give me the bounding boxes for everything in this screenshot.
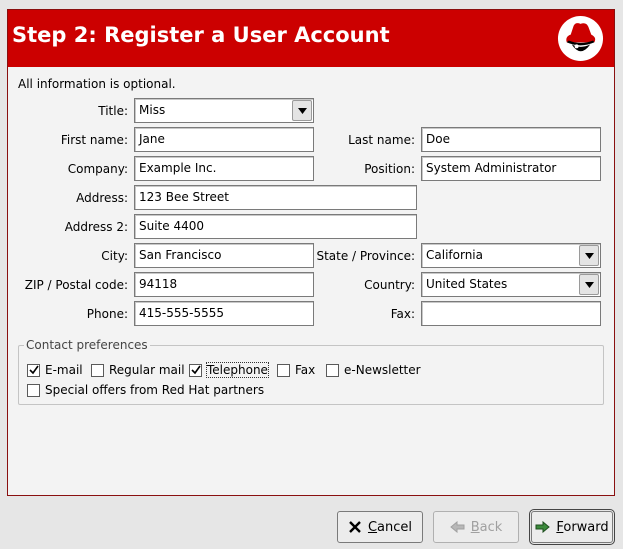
main-panel: Step 2: Register a User Account All info… <box>7 9 615 496</box>
arrow-right-icon <box>535 521 551 533</box>
position-label: Position: <box>364 162 415 176</box>
position-field[interactable]: System Administrator <box>421 156 601 181</box>
forward-button[interactable]: Forward <box>529 509 615 545</box>
city-label: City: <box>101 249 128 263</box>
checkbox-box[interactable] <box>277 363 290 377</box>
button-bar: Cancel Back Forward <box>0 500 623 549</box>
telephone-checkbox-label: Telephone <box>206 362 269 378</box>
first-name-field[interactable]: Jane <box>134 127 314 152</box>
state-label: State / Province: <box>316 249 415 263</box>
address2-field[interactable]: Suite 4400 <box>134 214 417 239</box>
telephone-checkbox[interactable]: Telephone <box>189 362 269 378</box>
title-label: Title: <box>98 104 128 118</box>
e-newsletter-checkbox-label: e-Newsletter <box>344 363 421 377</box>
intro-text: All information is optional. <box>18 77 176 91</box>
company-field[interactable]: Example Inc. <box>134 156 314 181</box>
page-title: Step 2: Register a User Account <box>12 23 390 47</box>
fax-checkbox-label: Fax <box>295 363 316 377</box>
arrow-left-icon <box>449 521 465 533</box>
back-button[interactable]: Back <box>433 511 519 543</box>
special-offers-checkbox-label: Special offers from Red Hat partners <box>45 383 265 397</box>
address-label: Address: <box>76 191 128 205</box>
zip-label: ZIP / Postal code: <box>24 278 128 292</box>
state-select[interactable]: California <box>421 243 601 268</box>
e-newsletter-checkbox[interactable]: e-Newsletter <box>326 362 421 378</box>
country-value: United States <box>426 277 508 291</box>
address2-label: Address 2: <box>64 220 128 234</box>
checkbox-box[interactable] <box>27 363 40 377</box>
country-select[interactable]: United States <box>421 272 601 297</box>
form-area: All information is optional. Title: Miss… <box>8 67 614 495</box>
cancel-button-label: Cancel <box>367 519 413 535</box>
title-value: Miss <box>139 103 166 117</box>
email-checkbox-label: E-mail <box>45 363 83 377</box>
red-hat-logo-icon <box>557 15 604 62</box>
title-select[interactable]: Miss <box>134 98 314 123</box>
email-checkbox[interactable]: E-mail <box>27 362 83 378</box>
checkbox-box[interactable] <box>326 363 339 377</box>
chevron-down-icon[interactable] <box>579 245 599 266</box>
state-value: California <box>426 248 483 262</box>
checkbox-box[interactable] <box>91 363 104 377</box>
regular-mail-checkbox[interactable]: Regular mail <box>91 362 185 378</box>
last-name-label: Last name: <box>348 133 415 147</box>
fax-field[interactable] <box>421 301 601 326</box>
contact-preferences-legend: Contact preferences <box>24 338 150 352</box>
header-banner: Step 2: Register a User Account <box>8 10 614 67</box>
city-field[interactable]: San Francisco <box>134 243 314 268</box>
back-button-label: Back <box>470 519 503 535</box>
chevron-down-icon[interactable] <box>579 274 599 295</box>
address-field[interactable]: 123 Bee Street <box>134 185 417 210</box>
zip-field[interactable]: 94118 <box>134 272 314 297</box>
company-label: Company: <box>67 162 128 176</box>
first-name-label: First name: <box>60 133 128 147</box>
last-name-field[interactable]: Doe <box>421 127 601 152</box>
checkbox-box[interactable] <box>27 383 40 397</box>
regular-mail-checkbox-label: Regular mail <box>109 363 185 377</box>
special-offers-checkbox[interactable]: Special offers from Red Hat partners <box>27 382 264 398</box>
phone-label: Phone: <box>86 307 128 321</box>
cancel-button[interactable]: Cancel <box>337 511 423 543</box>
phone-field[interactable]: 415-555-5555 <box>134 301 314 326</box>
forward-button-label: Forward <box>556 519 609 535</box>
chevron-down-icon[interactable] <box>292 100 312 121</box>
checkbox-box[interactable] <box>189 363 202 377</box>
fax-label: Fax: <box>390 307 415 321</box>
close-icon <box>349 521 361 533</box>
fax-checkbox[interactable]: Fax <box>277 362 315 378</box>
country-label: Country: <box>364 278 415 292</box>
